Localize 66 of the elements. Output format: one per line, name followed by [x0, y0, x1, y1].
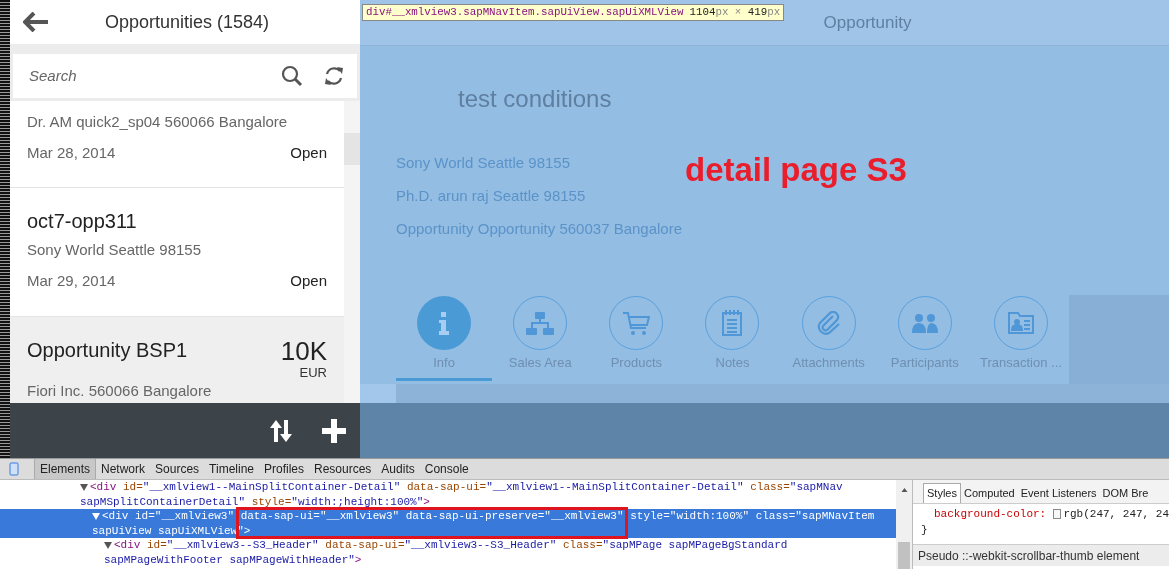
detail-title: Opportunity — [823, 11, 912, 34]
devtools-tab[interactable]: Sources — [150, 459, 205, 479]
detail-line: Ph.D. arun raj Seattle 98155 — [396, 186, 586, 205]
rule-brace: } — [921, 524, 928, 536]
content-strip-edge — [360, 384, 396, 403]
pseudo-header: Pseudo ::-webkit-scrollbar-thumb element — [918, 547, 1140, 565]
css-property: background-color: — [934, 507, 1047, 522]
item-status: Open — [290, 143, 327, 163]
item-date: Mar 29, 2014 — [27, 271, 116, 291]
add-icon[interactable] — [322, 418, 346, 443]
detail-line: Opportunity Opportunity 560037 Bangalore — [396, 219, 683, 238]
dom-line: <div id="__xmlview1--MainSplitContainer-Detail" data-sap-ui="__xmlview1--MainSplitContainer-Detail" class="sapMNav — [90, 480, 843, 495]
item-subtitle: Fiori Inc. 560066 Bangalore — [27, 381, 213, 401]
cart-icon — [622, 311, 650, 335]
refresh-icon[interactable] — [323, 65, 345, 87]
info-icon — [439, 311, 450, 335]
scrollbar-thumb[interactable] — [344, 133, 360, 165]
dom-node[interactable]: <div id="__xmlview1--MainSplitContainer-Detail" data-sap-ui="__xmlview1--MainSplitContainer-Detail" class="sapMNav sapMSplitContainerDetail" style="width:;height:100%"> — [0, 480, 896, 509]
detail-heading: test conditions — [458, 84, 613, 114]
devtools-tab[interactable]: Timeline — [204, 459, 259, 479]
master-title: Opportunities (1584) — [105, 10, 270, 34]
list-item[interactable]: Dr. AM quick2_sp04 560066 Bangalore Mar 28, 2014 Open — [10, 101, 344, 188]
paperclip-icon — [816, 311, 841, 335]
dom-node[interactable]: <div id="__xmlview3--S3_Header" data-sap-ui="__xmlview3--S3_Header" class="sapMPage sapMPageBgStandard sapMPageWithFooter sapMPageWithHeader"> — [0, 538, 896, 567]
list-item[interactable]: oct7-opp311 Sony World Seattle 98155 Mar 29, 2014 Open — [10, 188, 344, 317]
item-amount: 10K — [280, 337, 327, 365]
devtools-tab[interactable]: Audits — [376, 459, 420, 479]
dom-line: <div id="__xmlview3--S3_Header" data-sap-ui="__xmlview3--S3_Header" class="sapMPage sapMPageBgStandard — [114, 538, 788, 553]
selector-text: div#__xmlview3.sapMNavItem.sapUiView.sapUiXMLView — [366, 5, 684, 21]
item-status: Open — [290, 271, 327, 291]
item-subtitle: Sony World Seattle 98155 — [27, 240, 202, 260]
devtools-tab[interactable]: Resources — [309, 459, 377, 479]
styles-tab[interactable]: DOM Bre — [1099, 483, 1152, 503]
css-value: rgb(247, 247, 24 — [1063, 507, 1169, 522]
contact-card-icon — [1007, 312, 1034, 334]
dom-line: sapMPageWithFooter sapMPageWithHeader"> — [104, 552, 362, 567]
back-icon — [23, 12, 49, 32]
search-input[interactable]: Search — [29, 64, 281, 88]
expand-triangle-icon[interactable] — [80, 483, 88, 491]
size-text: 1104px × 419px — [689, 5, 781, 21]
item-title: oct7-opp311 — [27, 209, 137, 234]
hierarchy-icon — [526, 311, 555, 335]
scrollbar-thumb[interactable] — [898, 542, 910, 569]
notepad-icon — [722, 310, 743, 336]
item-date: Mar 28, 2014 — [27, 143, 116, 163]
dom-line: sapMSplitContainerDetail" style="width:;height:100%"> — [80, 494, 430, 509]
item-title: Opportunity BSP1 — [27, 338, 188, 363]
scroll-up-icon[interactable] — [899, 488, 909, 493]
styles-tab[interactable]: Computed — [960, 483, 1018, 503]
styles-tab[interactable]: Styles — [923, 483, 961, 503]
search-icon[interactable] — [281, 65, 303, 87]
devtools-tab[interactable]: Elements — [34, 459, 97, 479]
devtools-tab[interactable]: Network — [96, 459, 151, 479]
devtools-tab[interactable]: Profiles — [259, 459, 309, 479]
sort-icon[interactable] — [268, 417, 294, 444]
color-swatch — [1053, 509, 1062, 519]
item-currency: EUR — [299, 365, 327, 381]
styles-tab[interactable]: Event Listeners — [1017, 483, 1100, 503]
expand-triangle-icon[interactable] — [104, 541, 112, 549]
annotation-text: detail page S3 — [685, 150, 907, 190]
item-subtitle: Dr. AM quick2_sp04 560066 Bangalore — [27, 112, 289, 132]
devtools-tab[interactable]: Console — [419, 459, 474, 479]
detail-line: Sony World Seattle 98155 — [396, 153, 570, 172]
search-field[interactable]: Search — [13, 54, 357, 98]
people-icon — [911, 313, 938, 333]
dom-line: <div id="__xmlview3" data-sap-ui="__xmlview3" data-sap-ui-preserve="__xmlview3" style="width:100%" class="sapMNavItem — [102, 509, 875, 524]
